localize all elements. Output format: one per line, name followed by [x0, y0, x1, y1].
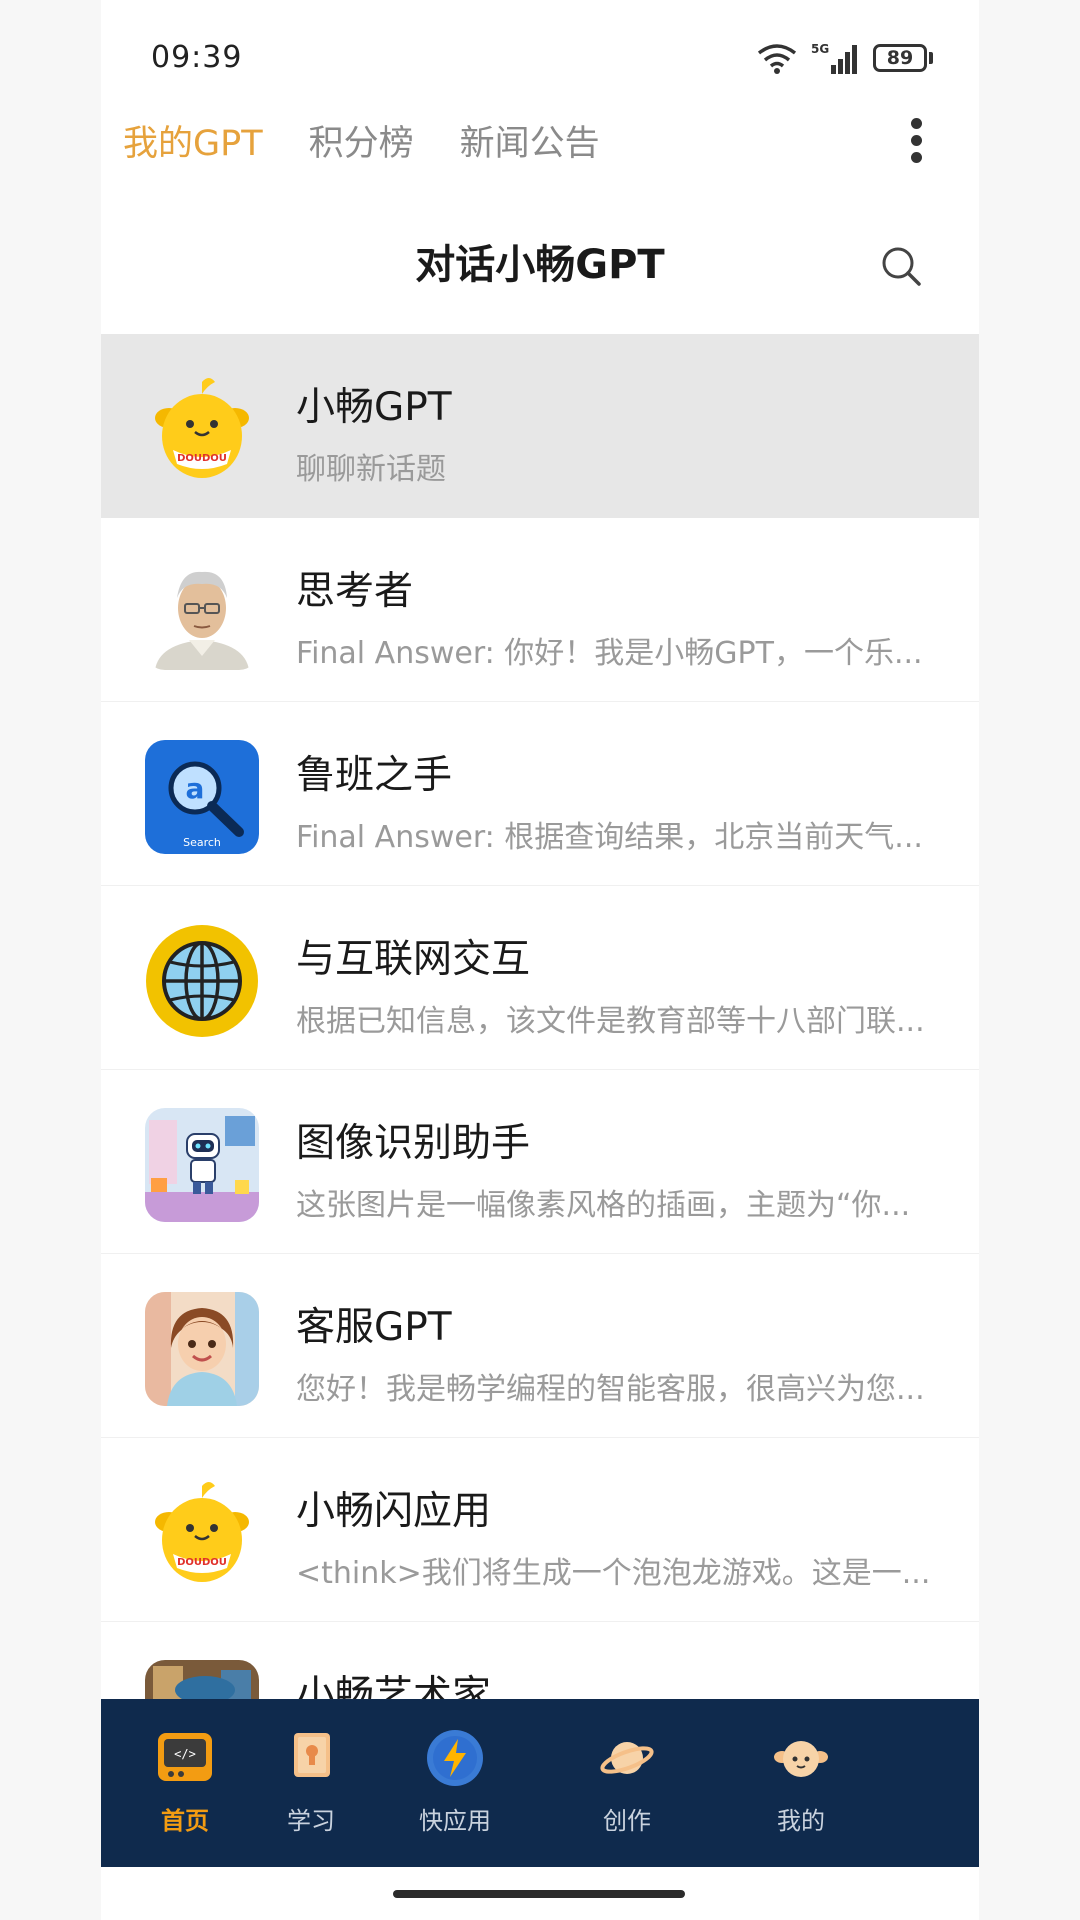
search-text: Search — [183, 836, 221, 849]
list-item[interactable]: DOUDOU 小畅GPT 聊聊新话题 — [101, 334, 979, 518]
tab-my-gpt[interactable]: 我的GPT — [123, 116, 263, 172]
lightning-icon — [427, 1730, 483, 1786]
nav-label: 创作 — [603, 1807, 651, 1835]
chat-preview: 根据已知信息，该文件是教育部等十八部门联... — [296, 1004, 925, 1039]
status-icons: 5G 89 — [755, 38, 933, 78]
app-screen: 09:39 5G 89 我的GPT 积分榜 新闻公告 对话小畅GPT DOUDO… — [101, 0, 979, 1920]
chat-preview: 这张图片是一幅像素风格的插画，主题为“你... — [296, 1188, 911, 1223]
nav-label: 学习 — [287, 1807, 335, 1835]
book-icon — [294, 1733, 330, 1777]
nav-home[interactable]: </> 首页 — [125, 1729, 245, 1836]
robot-room-avatar — [145, 1108, 259, 1222]
list-item[interactable]: 思考者 Final Answer: 你好！我是小畅GPT，一个乐... — [101, 518, 979, 702]
nav-label: 我的 — [777, 1807, 825, 1835]
search-magnifier-avatar: a Search — [145, 740, 259, 854]
wifi-icon — [757, 44, 797, 74]
signal-5g-icon: 5G — [811, 42, 857, 74]
chat-name: 客服GPT — [296, 1305, 452, 1350]
chat-name: 小畅闪应用 — [296, 1489, 492, 1534]
nav-study[interactable]: 学习 — [251, 1729, 371, 1836]
list-item[interactable]: 与互联网交互 根据已知信息，该文件是教育部等十八部门联... — [101, 886, 979, 1070]
chat-list: DOUDOU 小畅GPT 聊聊新话题 思考者 Final Answer: 你好！… — [101, 334, 979, 1806]
doudou-mascot-avatar: DOUDOU — [155, 1482, 249, 1582]
planet-icon — [600, 1742, 654, 1774]
signal-5g-label: 5G — [811, 42, 829, 56]
bottom-nav: </> 首页 学习 快应用 创作 我的 — [101, 1699, 979, 1867]
battery-indicator: 89 — [873, 44, 933, 72]
chat-preview: <think>我们将生成一个泡泡龙游戏。这是一... — [296, 1556, 931, 1591]
list-item[interactable]: a Search 鲁班之手 Final Answer: 根据查询结果，北京当前天… — [101, 702, 979, 886]
chat-preview: Final Answer: 你好！我是小畅GPT，一个乐... — [296, 636, 923, 671]
nav-create[interactable]: 创作 — [567, 1729, 687, 1836]
chat-name: 小畅GPT — [296, 385, 452, 430]
svg-text:a: a — [186, 772, 205, 805]
chat-preview: Final Answer: 根据查询结果，北京当前天气... — [296, 820, 923, 855]
home-indicator[interactable] — [393, 1890, 685, 1898]
nav-quick-app[interactable]: 快应用 — [395, 1729, 515, 1836]
nav-profile[interactable]: 我的 — [741, 1729, 861, 1836]
tab-news[interactable]: 新闻公告 — [460, 116, 600, 172]
list-item[interactable]: 图像识别助手 这张图片是一幅像素风格的插画，主题为“你... — [101, 1070, 979, 1254]
doudou-text: DOUDOU — [177, 453, 227, 464]
doudou-mascot-avatar: DOUDOU — [155, 378, 249, 478]
status-time: 09:39 — [151, 40, 243, 75]
profile-avatar-icon — [774, 1741, 828, 1777]
nav-label: 首页 — [161, 1807, 209, 1835]
globe-avatar — [146, 925, 258, 1037]
chat-preview: 您好！我是畅学编程的智能客服，很高兴为您... — [296, 1372, 925, 1407]
top-tabs: 我的GPT 积分榜 新闻公告 — [123, 116, 600, 172]
list-item[interactable]: DOUDOU 小畅闪应用 <think>我们将生成一个泡泡龙游戏。这是一... — [101, 1438, 979, 1622]
battery-tip — [929, 52, 933, 64]
tab-leaderboard[interactable]: 积分榜 — [309, 116, 414, 172]
page-title: 对话小畅GPT — [415, 242, 665, 288]
chat-name: 思考者 — [296, 569, 414, 614]
chat-preview: 聊聊新话题 — [296, 452, 446, 487]
thinker-portrait-avatar — [145, 556, 259, 670]
page-header: 对话小畅GPT — [101, 230, 979, 300]
search-icon[interactable] — [879, 244, 923, 288]
more-vertical-icon[interactable] — [909, 118, 923, 164]
chat-name: 鲁班之手 — [296, 753, 453, 798]
battery-level: 89 — [873, 44, 927, 72]
list-item[interactable]: 客服GPT 您好！我是畅学编程的智能客服，很高兴为您... — [101, 1254, 979, 1438]
status-bar: 09:39 5G 89 — [101, 0, 979, 110]
nav-label: 快应用 — [419, 1807, 491, 1835]
service-girl-avatar — [145, 1292, 259, 1406]
svg-text:</>: </> — [174, 1747, 196, 1761]
chat-name: 与互联网交互 — [296, 937, 531, 982]
chat-name: 图像识别助手 — [296, 1121, 531, 1166]
code-screen-icon: </> — [158, 1733, 212, 1781]
doudou-text: DOUDOU — [177, 1557, 227, 1568]
